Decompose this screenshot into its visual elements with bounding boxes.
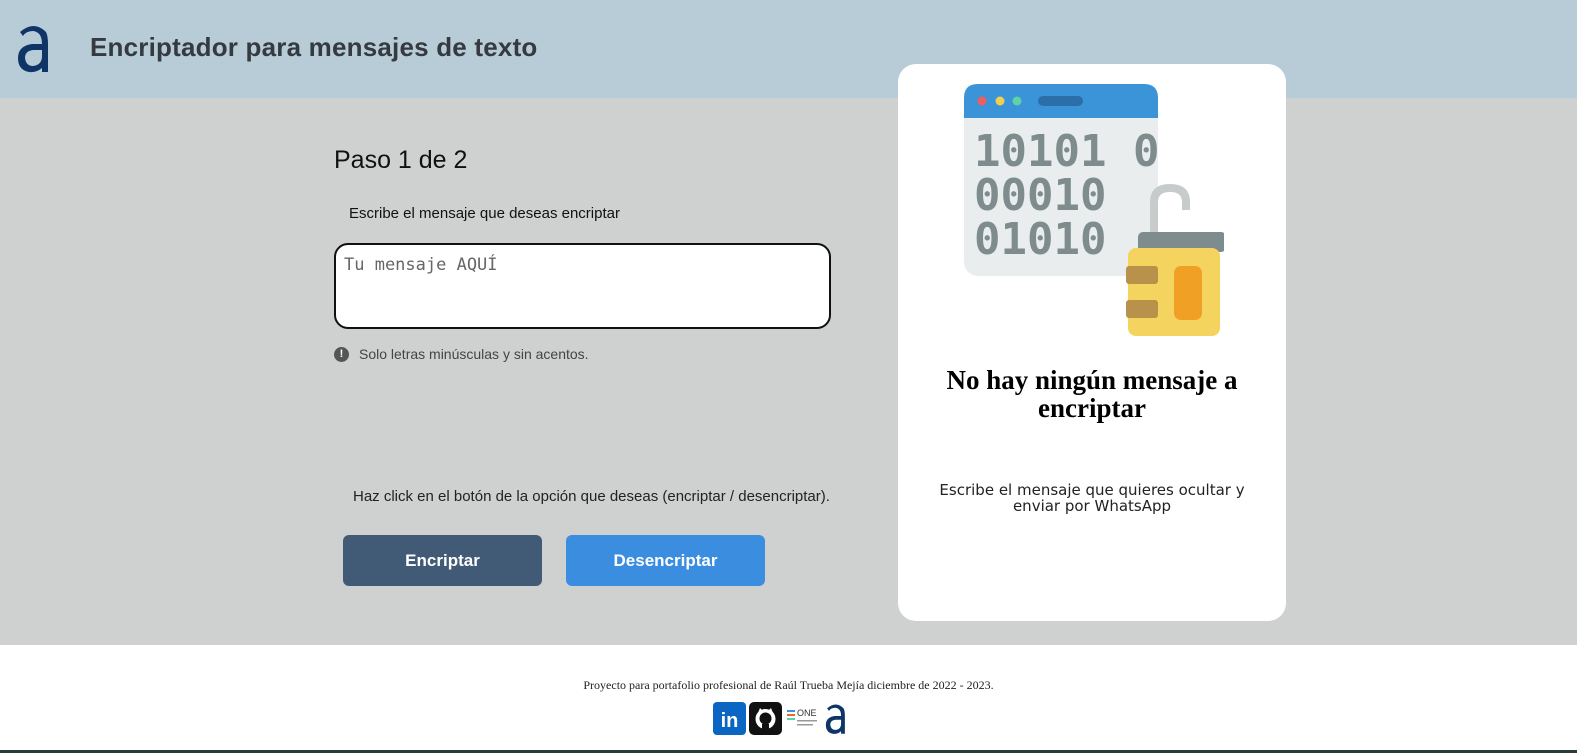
footer-social-links: in ONE [713, 702, 848, 735]
alura-logo-icon[interactable] [16, 22, 52, 74]
encrypt-button[interactable]: Encriptar [343, 535, 542, 586]
one-label: ONE [797, 708, 817, 718]
binary-line-3: 01010 [974, 214, 1106, 265]
empty-message-description: Escribe el mensaje que quieres ocultar y… [939, 481, 1245, 515]
footer-credit: Proyecto para portafolio profesional de … [583, 678, 994, 692]
page-footer: Proyecto para portafolio profesional de … [0, 645, 1577, 753]
binary-padlock-icon: 10101 0 00010 01010 [964, 84, 1224, 336]
github-icon[interactable] [749, 702, 782, 735]
input-hint: ! Solo letras minúsculas y sin acentos. [334, 346, 589, 362]
result-card: 10101 0 00010 01010 No hay ningún mensaj… [898, 64, 1286, 621]
exclamation-circle-icon: ! [334, 346, 349, 362]
app-header: Encriptador para mensajes de texto [0, 0, 1577, 98]
page-title: Encriptador para mensajes de texto [90, 32, 538, 62]
hint-text: Solo letras minúsculas y sin acentos. [359, 346, 589, 362]
linkedin-icon[interactable]: in [713, 702, 746, 735]
step-title: Paso 1 de 2 [334, 146, 468, 174]
oracle-one-icon[interactable]: ONE [785, 702, 821, 735]
choose-option-text: Haz click en el botón de la opción que d… [353, 488, 830, 505]
empty-message-title: No hay ningún mensaje a encriptar [946, 365, 1238, 423]
linkedin-label: in [721, 710, 739, 732]
alura-logo-icon[interactable] [824, 702, 848, 735]
message-input[interactable] [334, 243, 831, 329]
decrypt-button[interactable]: Desencriptar [566, 535, 765, 586]
input-instruction: Escribe el mensaje que deseas encriptar [349, 205, 620, 222]
